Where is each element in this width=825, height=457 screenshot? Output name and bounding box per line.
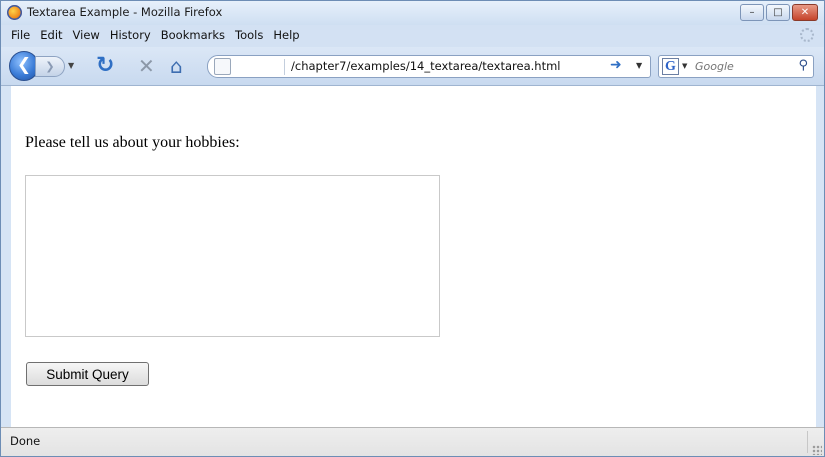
submit-button[interactable]: Submit Query [26,362,149,386]
hobbies-prompt: Please tell us about your hobbies: [25,134,240,151]
menu-help[interactable]: Help [268,28,304,42]
home-icon[interactable]: ⌂ [170,55,183,77]
firefox-icon [7,5,22,20]
url-dropdown-icon[interactable]: ▼ [636,61,642,70]
maximize-icon: □ [773,7,783,18]
close-button[interactable]: ✕ [792,4,818,21]
title-bar: Textarea Example - Mozilla Firefox – □ ✕ [1,1,824,25]
search-input[interactable] [695,58,785,75]
status-separator [807,431,808,453]
engine-dropdown-icon[interactable]: ▼ [682,62,687,70]
menu-file[interactable]: File [6,28,35,42]
content-area-top [11,86,816,113]
throbber-icon [800,28,814,42]
menu-tools[interactable]: Tools [230,28,268,42]
maximize-button[interactable]: □ [766,4,790,21]
menu-history[interactable]: History [105,28,156,42]
resize-grip-icon[interactable] [812,445,822,455]
window-title: Textarea Example - Mozilla Firefox [27,5,223,19]
hobbies-textarea[interactable] [25,175,440,337]
address-bar[interactable]: /chapter7/examples/14_textarea/textarea.… [207,55,651,78]
close-icon: ✕ [800,7,810,18]
minimize-button[interactable]: – [740,4,764,21]
url-text[interactable]: /chapter7/examples/14_textarea/textarea.… [291,59,561,73]
menu-bookmarks[interactable]: Bookmarks [156,28,230,42]
navigation-toolbar: ❮ ❯ ▼ ↻ ✕ ⌂ /chapter7/examples/14_textar… [1,47,824,86]
stop-icon[interactable]: ✕ [138,54,155,78]
menu-edit[interactable]: Edit [35,28,67,42]
minimize-icon: – [749,7,755,18]
status-text: Done [10,434,41,448]
status-bar: Done [1,427,824,456]
back-icon: ❮ [16,55,32,75]
search-engine-icon[interactable]: G [662,58,679,75]
address-separator [284,59,285,75]
menu-bar: File Edit View History Bookmarks Tools H… [1,25,824,47]
reload-icon[interactable]: ↻ [96,54,114,78]
go-icon[interactable]: ➜ [610,57,622,73]
menu-view[interactable]: View [68,28,105,42]
window-controls: – □ ✕ [738,4,818,21]
browser-window: Textarea Example - Mozilla Firefox – □ ✕… [0,0,825,457]
search-icon[interactable]: ⚲ [798,58,808,73]
page-icon [214,58,231,75]
search-bar[interactable]: G ▼ ⚲ [658,55,814,78]
forward-icon: ❯ [45,60,55,73]
history-dropdown-icon[interactable]: ▼ [68,61,74,70]
forward-button[interactable]: ❯ [35,56,65,77]
